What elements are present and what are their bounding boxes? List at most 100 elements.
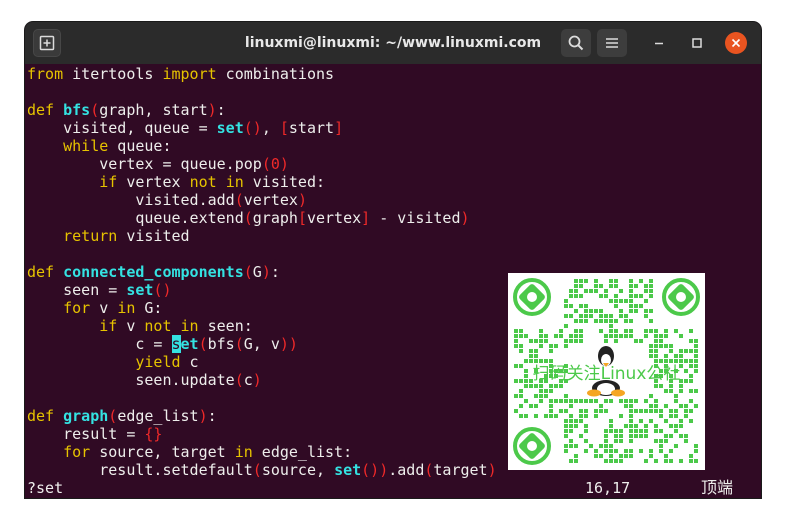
code-line[interactable]: if vertex not in visited:: [27, 173, 497, 191]
code-token: ): [207, 101, 217, 119]
maximize-button[interactable]: [683, 29, 711, 57]
code-token: ,: [261, 119, 280, 137]
code-token: (: [234, 191, 244, 209]
code-token: if: [99, 317, 118, 335]
code-token: seen =: [27, 281, 127, 299]
code-token: set: [126, 281, 154, 299]
code-token: result =: [27, 425, 145, 443]
code-line[interactable]: [27, 389, 497, 407]
code-line[interactable]: [27, 245, 497, 263]
code-line[interactable]: def graph(edge_list):: [27, 407, 497, 425]
code-token: G, v: [243, 335, 280, 353]
code-token: et: [180, 335, 199, 353]
code-line[interactable]: while queue:: [27, 137, 497, 155]
code-line[interactable]: seen.update(c): [27, 371, 497, 389]
code-line[interactable]: if v not in seen:: [27, 317, 497, 335]
close-button[interactable]: [725, 32, 747, 54]
code-token: ()): [361, 461, 389, 479]
code-token: in: [117, 299, 136, 317]
close-icon: [731, 38, 741, 48]
code-token: ]: [334, 119, 344, 137]
maximize-icon: [692, 38, 702, 48]
code-editor[interactable]: from itertools import combinations def b…: [27, 65, 497, 479]
code-token: queue.extend: [27, 209, 244, 227]
code-token: [: [297, 209, 307, 227]
code-token: source, target: [90, 443, 235, 461]
code-token: G: [252, 263, 262, 281]
code-token: edge_list: [117, 407, 199, 425]
code-line[interactable]: def bfs(graph, start):: [27, 101, 497, 119]
code-line[interactable]: return visited: [27, 227, 497, 245]
code-line[interactable]: visited, queue = set(), [start]: [27, 119, 497, 137]
code-line[interactable]: c = set(bfs(G, v)): [27, 335, 497, 353]
terminal-area[interactable]: from itertools import combinations def b…: [25, 64, 761, 498]
code-line[interactable]: from itertools import combinations: [27, 65, 497, 83]
code-token: (): [243, 119, 262, 137]
code-token: visited:: [243, 173, 326, 191]
code-token: source,: [261, 461, 335, 479]
code-token: yield: [135, 353, 181, 371]
code-token: (: [234, 335, 244, 353]
code-token: (: [108, 407, 118, 425]
code-token: (: [234, 371, 244, 389]
code-token: c: [243, 371, 253, 389]
code-token: [: [279, 119, 289, 137]
code-token: target: [433, 461, 488, 479]
code-line[interactable]: for source, target in edge_list:: [27, 443, 497, 461]
code-line[interactable]: vertex = queue.pop(0): [27, 155, 497, 173]
code-token: :: [216, 101, 226, 119]
code-token: while: [63, 137, 109, 155]
search-button[interactable]: [561, 29, 591, 57]
code-token: (): [153, 281, 172, 299]
code-token: visited, queue =: [27, 119, 217, 137]
code-token: graph: [63, 407, 109, 425]
code-line[interactable]: queue.extend(graph[vertex] - visited): [27, 209, 497, 227]
qr-code-overlay: 扫码关注Linux公社: [508, 273, 705, 470]
code-token: .add: [388, 461, 425, 479]
scroll-position: 顶端: [701, 478, 734, 497]
code-token: combinations: [216, 65, 335, 83]
code-line[interactable]: yield c: [27, 353, 497, 371]
menu-button[interactable]: [597, 29, 627, 57]
code-line[interactable]: result.setdefault(source, set()).add(tar…: [27, 461, 496, 479]
code-line[interactable]: visited.add(vertex): [27, 191, 497, 209]
code-token: v: [90, 299, 118, 317]
title-bar[interactable]: linuxmi@linuxmi: ~/www.linuxmi.com: [25, 22, 761, 64]
code-token: result.setdefault: [27, 461, 253, 479]
code-token: queue:: [108, 137, 172, 155]
code-token: vertex: [243, 191, 298, 209]
code-token: in: [234, 443, 253, 461]
code-token: vertex: [306, 209, 362, 227]
code-token: def: [27, 101, 55, 119]
code-token: vertex = queue.pop: [27, 155, 262, 173]
minimize-icon: [655, 42, 663, 45]
hamburger-menu-icon: [606, 38, 618, 48]
code-token: ): [297, 191, 307, 209]
code-line[interactable]: seen = set(): [27, 281, 497, 299]
cursor-position: 16,17: [585, 479, 631, 497]
code-line[interactable]: for v in G:: [27, 299, 497, 317]
minimize-button[interactable]: [645, 29, 673, 57]
code-token: bfs: [207, 335, 235, 353]
code-token: (: [243, 209, 253, 227]
code-line[interactable]: [27, 83, 497, 101]
code-line[interactable]: result = {}: [27, 425, 497, 443]
code-token: ): [279, 155, 289, 173]
code-token: :: [207, 407, 217, 425]
code-line[interactable]: def connected_components(G):: [27, 263, 497, 281]
code-token: from: [27, 65, 64, 83]
code-token: graph: [252, 209, 298, 227]
code-token: 0: [270, 155, 280, 173]
code-token: for: [63, 299, 91, 317]
code-token: def: [27, 407, 55, 425]
command-line: ?set: [27, 479, 64, 497]
code-token: return: [63, 227, 118, 245]
